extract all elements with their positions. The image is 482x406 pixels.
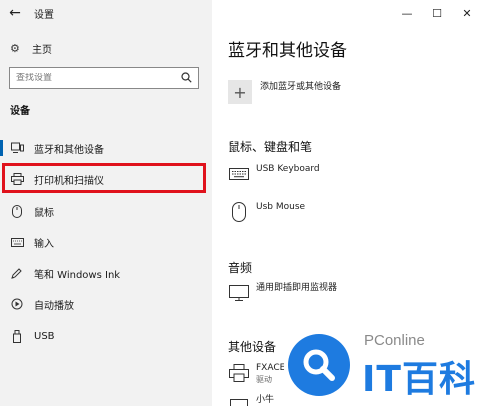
device-icon: [228, 394, 250, 406]
sidebar-item-label: USB: [34, 330, 55, 342]
plus-icon: +: [228, 80, 252, 104]
search-icon[interactable]: [181, 72, 192, 86]
device-usb-keyboard[interactable]: USB Keyboard: [228, 163, 320, 185]
sidebar-item-autoplay[interactable]: 自动播放: [0, 290, 212, 318]
device-status: 驱动: [256, 375, 272, 384]
watermark-logo: PConline IT百科: [284, 328, 482, 406]
search-input[interactable]: [16, 73, 166, 83]
printer-icon: [228, 362, 250, 384]
mouse-icon: [228, 201, 250, 223]
sidebar-item-typing[interactable]: 输入: [0, 228, 212, 256]
search-box[interactable]: [9, 67, 199, 89]
home-gear-icon: ⚙: [10, 41, 20, 55]
sidebar-item-label: 输入: [34, 238, 54, 250]
device-name: Usb Mouse: [256, 202, 306, 212]
device-name: FXACE: [256, 363, 286, 373]
sidebar: ← 设置 ⚙ 主页 设备 蓝牙和其他设备 打印机和扫描仪 鼠标: [0, 0, 212, 406]
bluetooth-devices-icon: [10, 141, 24, 155]
pen-icon: [10, 266, 24, 280]
page-title: 蓝牙和其他设备: [228, 41, 347, 61]
mouse-icon: [10, 204, 24, 218]
sidebar-item-label: 笔和 Windows Ink: [34, 269, 121, 281]
back-button[interactable]: ←: [0, 0, 30, 26]
watermark-name: IT百科: [362, 359, 476, 400]
sidebar-item-bluetooth[interactable]: 蓝牙和其他设备: [0, 134, 212, 162]
device-usb-mouse[interactable]: Usb Mouse: [228, 201, 305, 223]
section-label-devices: 设备: [10, 106, 30, 117]
autoplay-icon: [10, 297, 24, 311]
device-pnp-monitor[interactable]: 通用即插即用监视器: [228, 282, 337, 304]
sidebar-home[interactable]: ⚙ 主页: [0, 38, 212, 58]
device-other[interactable]: 小牛: [228, 394, 274, 406]
magnifier-logo-icon: [288, 334, 350, 396]
title-bar: ← 设置: [0, 0, 212, 26]
home-label: 主页: [32, 44, 52, 56]
device-fxace[interactable]: FXACE 驱动: [228, 362, 285, 386]
maximize-button[interactable]: ☐: [422, 0, 452, 26]
device-name: USB Keyboard: [256, 164, 320, 174]
monitor-icon: [228, 282, 250, 304]
group-title-mouse-keyboard-pen: 鼠标、键盘和笔: [228, 140, 313, 154]
sidebar-item-usb[interactable]: USB: [0, 322, 212, 350]
usb-icon: [10, 329, 24, 343]
close-button[interactable]: ✕: [452, 0, 482, 26]
sidebar-item-pen[interactable]: 笔和 Windows Ink: [0, 259, 212, 287]
group-title-other-devices: 其他设备: [228, 340, 277, 354]
sidebar-item-printers[interactable]: 打印机和扫描仪: [0, 165, 212, 193]
watermark-brand: PConline: [364, 332, 425, 349]
printer-icon: [10, 172, 24, 186]
keyboard-icon: [228, 163, 250, 185]
window-controls: — ☐ ✕: [392, 0, 482, 26]
keyboard-icon: [10, 235, 24, 249]
sidebar-item-label: 打印机和扫描仪: [34, 175, 104, 187]
sidebar-item-label: 自动播放: [34, 300, 74, 312]
device-name: 通用即插即用监视器: [256, 283, 338, 293]
group-title-audio: 音频: [228, 261, 253, 275]
sidebar-item-mouse[interactable]: 鼠标: [0, 197, 212, 225]
add-device-button[interactable]: + 添加蓝牙或其他设备: [228, 80, 341, 104]
minimize-button[interactable]: —: [392, 0, 422, 26]
sidebar-item-label: 鼠标: [34, 207, 54, 219]
arrow-left-icon: ←: [9, 5, 21, 21]
device-name: 小牛: [256, 395, 275, 405]
sidebar-item-label: 蓝牙和其他设备: [34, 144, 104, 156]
add-device-label: 添加蓝牙或其他设备: [260, 81, 342, 92]
app-title: 设置: [34, 9, 54, 21]
